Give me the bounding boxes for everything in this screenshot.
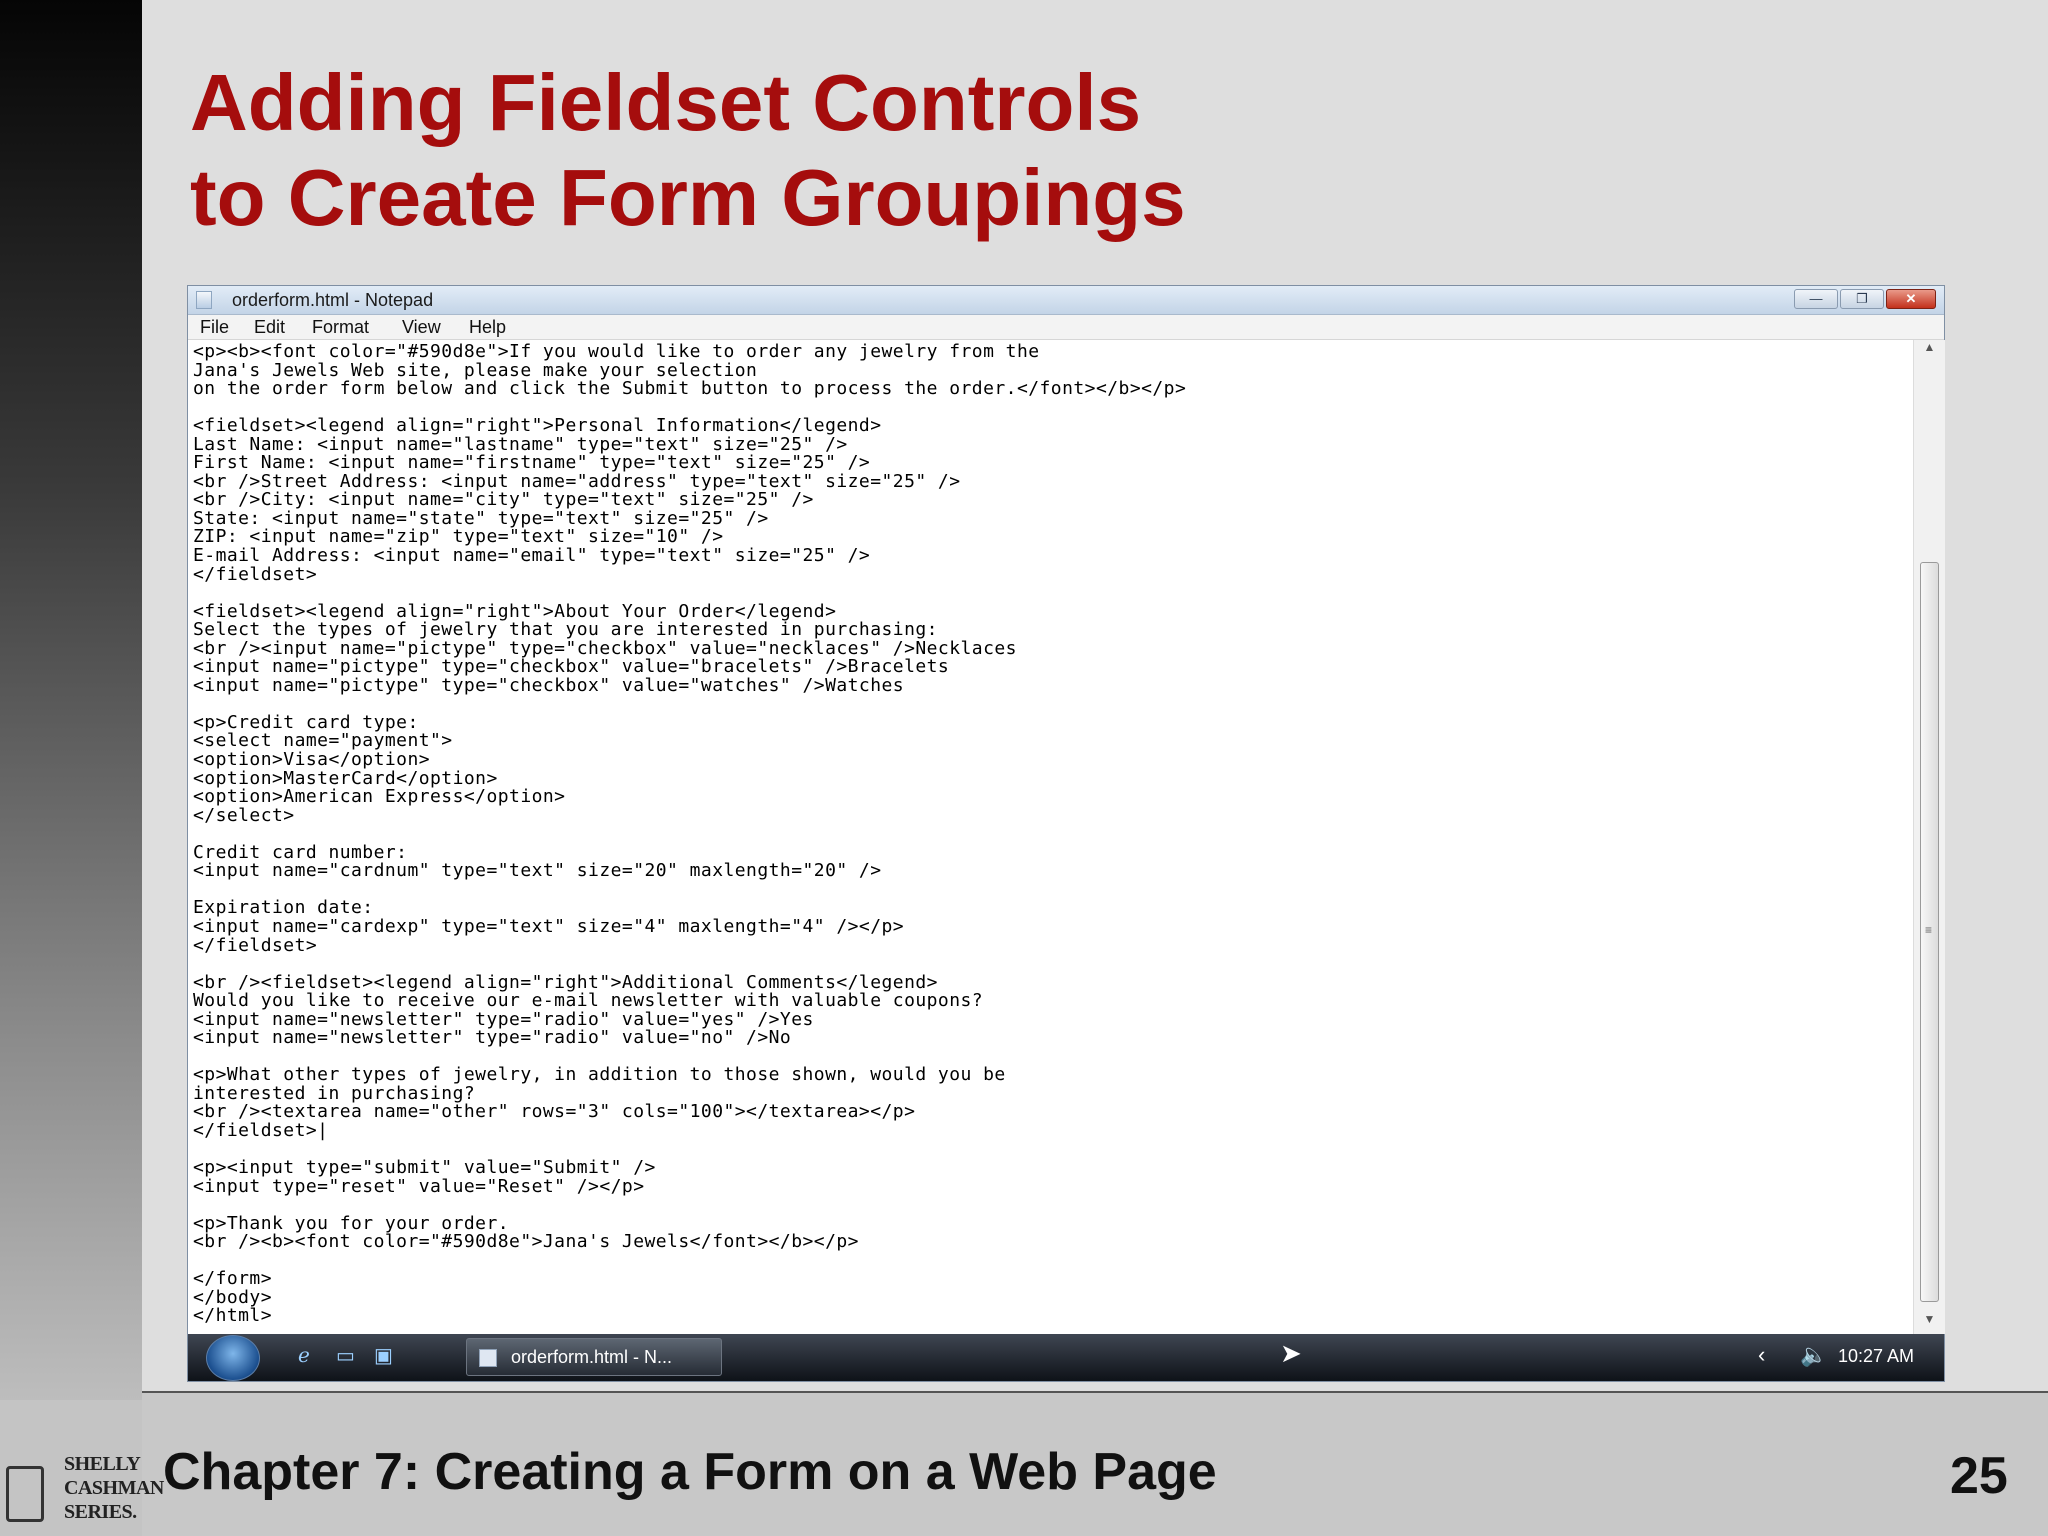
tray-expand-icon[interactable]: ‹ (1758, 1342, 1765, 1368)
menu-edit[interactable]: Edit (254, 317, 285, 338)
notepad-window: orderform.html - Notepad — ❐ ✕ File Edit… (187, 285, 1945, 1382)
windows-taskbar: ℯ ▭ ▣ orderform.html - N... ➤ ‹ 🔈 10:27 … (188, 1334, 1944, 1381)
taskbar-clock[interactable]: 10:27 AM (1838, 1346, 1914, 1367)
code-line: </select> (193, 804, 295, 826)
window-titlebar[interactable]: orderform.html - Notepad — ❐ ✕ (188, 286, 1944, 315)
speaker-icon[interactable]: 🔈 (1800, 1342, 1827, 1368)
left-decorative-bar (0, 0, 142, 1400)
code-line: </html> (193, 1305, 273, 1327)
vertical-scrollbar[interactable]: ▲ ≡ ▼ (1913, 340, 1945, 1334)
notepad-icon (479, 1349, 497, 1367)
code-line: <input name="cardnum" type="text" size="… (193, 860, 882, 882)
taskbar-button-label: orderform.html - N... (511, 1347, 673, 1367)
slide-title-line-1: Adding Fieldset Controls (190, 58, 1142, 147)
internet-explorer-icon[interactable]: ℯ (298, 1346, 322, 1366)
switch-windows-icon[interactable]: ▣ (374, 1346, 398, 1366)
notepad-icon (196, 291, 212, 309)
code-line: <input name="pictype" type="checkbox" va… (193, 674, 905, 696)
logo-text: SHELLY CASHMAN SERIES. (64, 1452, 164, 1524)
logo-mark-icon (6, 1466, 44, 1522)
menu-file[interactable]: File (200, 317, 229, 338)
show-desktop-icon[interactable]: ▭ (336, 1346, 360, 1366)
taskbar-button-notepad[interactable]: orderform.html - N... (466, 1338, 722, 1376)
code-line: <input type="reset" value="Reset" /></p> (193, 1175, 645, 1197)
grip-icon: ≡ (1925, 923, 1933, 937)
slide-title: Adding Fieldset Controls to Create Form … (190, 55, 1186, 245)
window-title: orderform.html - Notepad (232, 290, 434, 310)
code-line: </fieldset>| (193, 1119, 329, 1141)
publisher-logo: SHELLY CASHMAN SERIES. (4, 1452, 164, 1532)
menu-bar: File Edit Format View Help (188, 315, 1944, 340)
logo-line-2: CASHMAN (64, 1477, 164, 1499)
code-line: <br /><b><font color="#590d8e">Jana's Je… (193, 1231, 859, 1253)
menu-view[interactable]: View (402, 317, 441, 338)
page-number: 25 (1950, 1447, 2008, 1505)
scrollbar-thumb[interactable]: ≡ (1920, 562, 1939, 1302)
text-editor[interactable]: <p><b><font color="#590d8e">If you would… (188, 340, 1913, 1334)
close-button[interactable]: ✕ (1886, 289, 1936, 309)
code-line: </fieldset> (193, 563, 318, 585)
scroll-down-arrow-icon[interactable]: ▼ (1914, 1312, 1945, 1334)
menu-format[interactable]: Format (312, 317, 369, 338)
code-line: <input name="newsletter" type="radio" va… (193, 1027, 792, 1049)
footer-chapter-title: Chapter 7: Creating a Form on a Web Page (163, 1443, 1217, 1501)
code-line: on the order form below and click the Su… (193, 378, 1187, 400)
minimize-button[interactable]: — (1794, 289, 1838, 309)
mouse-cursor-icon: ➤ (1280, 1338, 1302, 1368)
start-button[interactable] (206, 1335, 260, 1381)
maximize-button[interactable]: ❐ (1840, 289, 1884, 309)
scroll-up-arrow-icon[interactable]: ▲ (1914, 340, 1945, 362)
menu-help[interactable]: Help (469, 317, 506, 338)
slide-title-line-2: to Create Form Groupings (190, 153, 1186, 242)
code-line: </fieldset> (193, 934, 318, 956)
logo-line-1: SHELLY (64, 1453, 141, 1475)
editor-content: <p><b><font color="#590d8e">If you would… (188, 340, 1913, 1326)
logo-line-3: SERIES. (64, 1501, 137, 1523)
